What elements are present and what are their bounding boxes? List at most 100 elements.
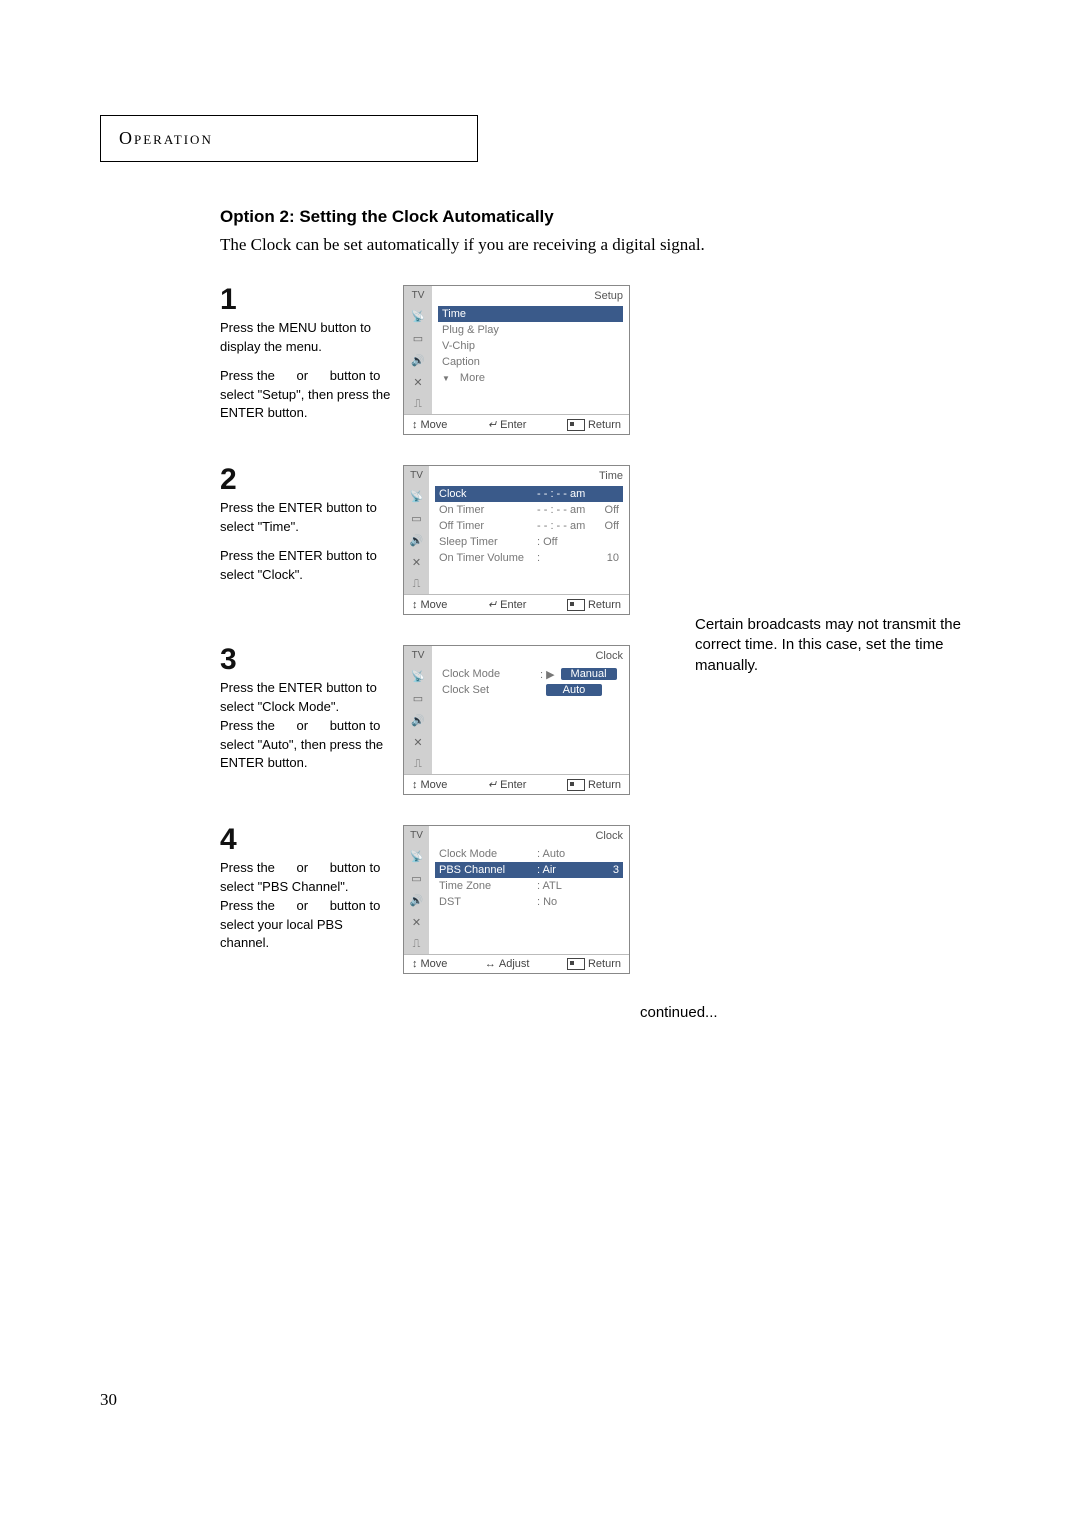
hint-move: Move [412,418,447,431]
step-1-line-a: Press the MENU button to display the men… [220,319,395,357]
label: Enter [500,419,526,431]
label: Time [442,308,466,320]
sound-icon: 🔊 [410,353,426,367]
enter-icon [488,778,497,791]
step-number: 2 [220,465,395,495]
hint-enter: Enter [488,418,527,431]
label: Clock Mode [442,668,534,680]
picture-icon: ▭ [410,691,426,705]
value: : Auto [537,848,587,860]
continued-text: continued... [640,1004,980,1021]
return-icon [567,779,585,791]
hint-enter: Enter [488,598,527,611]
step-number: 1 [220,285,395,315]
text: or [297,860,309,875]
value-auto: Auto [546,684,602,696]
menu-item-timezone[interactable]: Time Zone : ATL [435,878,623,894]
label: Sleep Timer [439,536,531,548]
text: or [297,368,309,383]
menu-item-time[interactable]: Time [438,306,623,322]
hint-return: Return [567,778,621,791]
menu-item-clock[interactable]: Clock - - : - - am [435,486,623,502]
label: Move [421,419,448,431]
enter-icon [488,598,497,611]
text: Press the [220,860,279,875]
sound-icon: 🔊 [409,533,425,547]
step-2-line-b: Press the ENTER button to select "Clock"… [220,547,395,585]
label: Time Zone [439,880,531,892]
osd-clockmode: TV 📡 ▭ 🔊 ✕ ⎍ Clock Clock Mode : ▶ Manual [403,645,630,795]
menu-item-more[interactable]: More [438,370,623,386]
menu-item-dst[interactable]: DST : No [435,894,623,910]
updown-icon [412,779,418,791]
menu-item-offtimer[interactable]: Off Timer - - : - - am Off [435,518,623,534]
step-3-line-a: Press the ENTER button to select "Clock … [220,679,395,717]
step-3-line-b: Press the or button to select "Auto", th… [220,717,395,774]
step-4-line-a: Press the or button to select "PBS Chann… [220,859,395,897]
osd-time: TV 📡 ▭ 🔊 ✕ ⎍ Time Clock - - : - - am [403,465,630,615]
sep: : ▶ [540,668,555,681]
menu-item-plugplay[interactable]: Plug & Play [438,322,623,338]
label: Clock Mode [439,848,531,860]
value: - - : - - am [537,488,587,500]
updown-icon [412,599,418,611]
value: : Off [537,536,587,548]
hint-enter: Enter [488,778,527,791]
label: On Timer [439,504,531,516]
label: Return [588,599,621,611]
section-tab: Operation [100,115,478,162]
value: 3 [593,864,619,876]
label: V-Chip [442,340,475,352]
osd-title: Setup [438,290,623,302]
menu-item-pbschannel[interactable]: PBS Channel : Air 3 [435,862,623,878]
osd-footer: Move Adjust Return [404,954,629,973]
tv-label: TV [410,470,423,481]
value: 10 [593,552,619,564]
picture-icon: ▭ [409,511,425,525]
value: : ATL [537,880,587,892]
step-2-text: 2 Press the ENTER button to select "Time… [220,465,395,584]
value: Off [593,520,619,532]
step-1-text: 1 Press the MENU button to display the m… [220,285,395,423]
sliders-icon: ⎍ [409,577,425,591]
picture-icon: ▭ [410,331,426,345]
sliders-icon: ⎍ [409,937,425,951]
menu-item-vchip[interactable]: V-Chip [438,338,623,354]
label: Enter [500,599,526,611]
text: or [297,898,309,913]
step-4: 4 Press the or button to select "PBS Cha… [220,825,980,974]
step-3-text: 3 Press the ENTER button to select "Cloc… [220,645,395,773]
tools-icon: ✕ [409,555,425,569]
step-4-line-b: Press the or button to select your local… [220,897,395,954]
label: DST [439,896,531,908]
menu-item-clockmode[interactable]: Clock Mode : ▶ Manual [438,666,623,682]
osd-title: Time [435,470,623,482]
menu-item-sleeptimer[interactable]: Sleep Timer : Off [435,534,623,550]
label: Move [421,599,448,611]
osd-footer: Move Enter Return [404,594,629,614]
antenna-icon: 📡 [410,669,426,683]
menu-item-caption[interactable]: Caption [438,354,623,370]
label: Clock Set [442,684,534,696]
intro-text: The Clock can be set automatically if yo… [220,235,980,255]
text: Press the [220,368,279,383]
label: On Timer Volume [439,552,531,564]
step-1-line-b: Press the or button to select "Setup", t… [220,367,395,424]
label: Off Timer [439,520,531,532]
osd-sidebar: TV 📡 ▭ 🔊 ✕ ⎍ [404,826,429,954]
label: Return [588,958,621,970]
hint-adjust: Adjust [485,958,530,970]
value: : No [537,896,587,908]
menu-item-ontimer[interactable]: On Timer - - : - - am Off [435,502,623,518]
value: - - : - - am [537,504,587,516]
tools-icon: ✕ [409,915,425,929]
hint-move: Move [412,598,447,611]
osd-sidebar: TV 📡 ▭ 🔊 ✕ ⎍ [404,466,429,594]
menu-item-ontimervolume[interactable]: On Timer Volume : 10 [435,550,623,566]
step-4-text: 4 Press the or button to select "PBS Cha… [220,825,395,953]
value: : Air [537,864,587,876]
hint-return: Return [567,958,621,970]
menu-item-clockset[interactable]: Clock Set Auto [438,682,623,698]
osd-title: Clock [435,830,623,842]
menu-item-clockmode[interactable]: Clock Mode : Auto [435,846,623,862]
